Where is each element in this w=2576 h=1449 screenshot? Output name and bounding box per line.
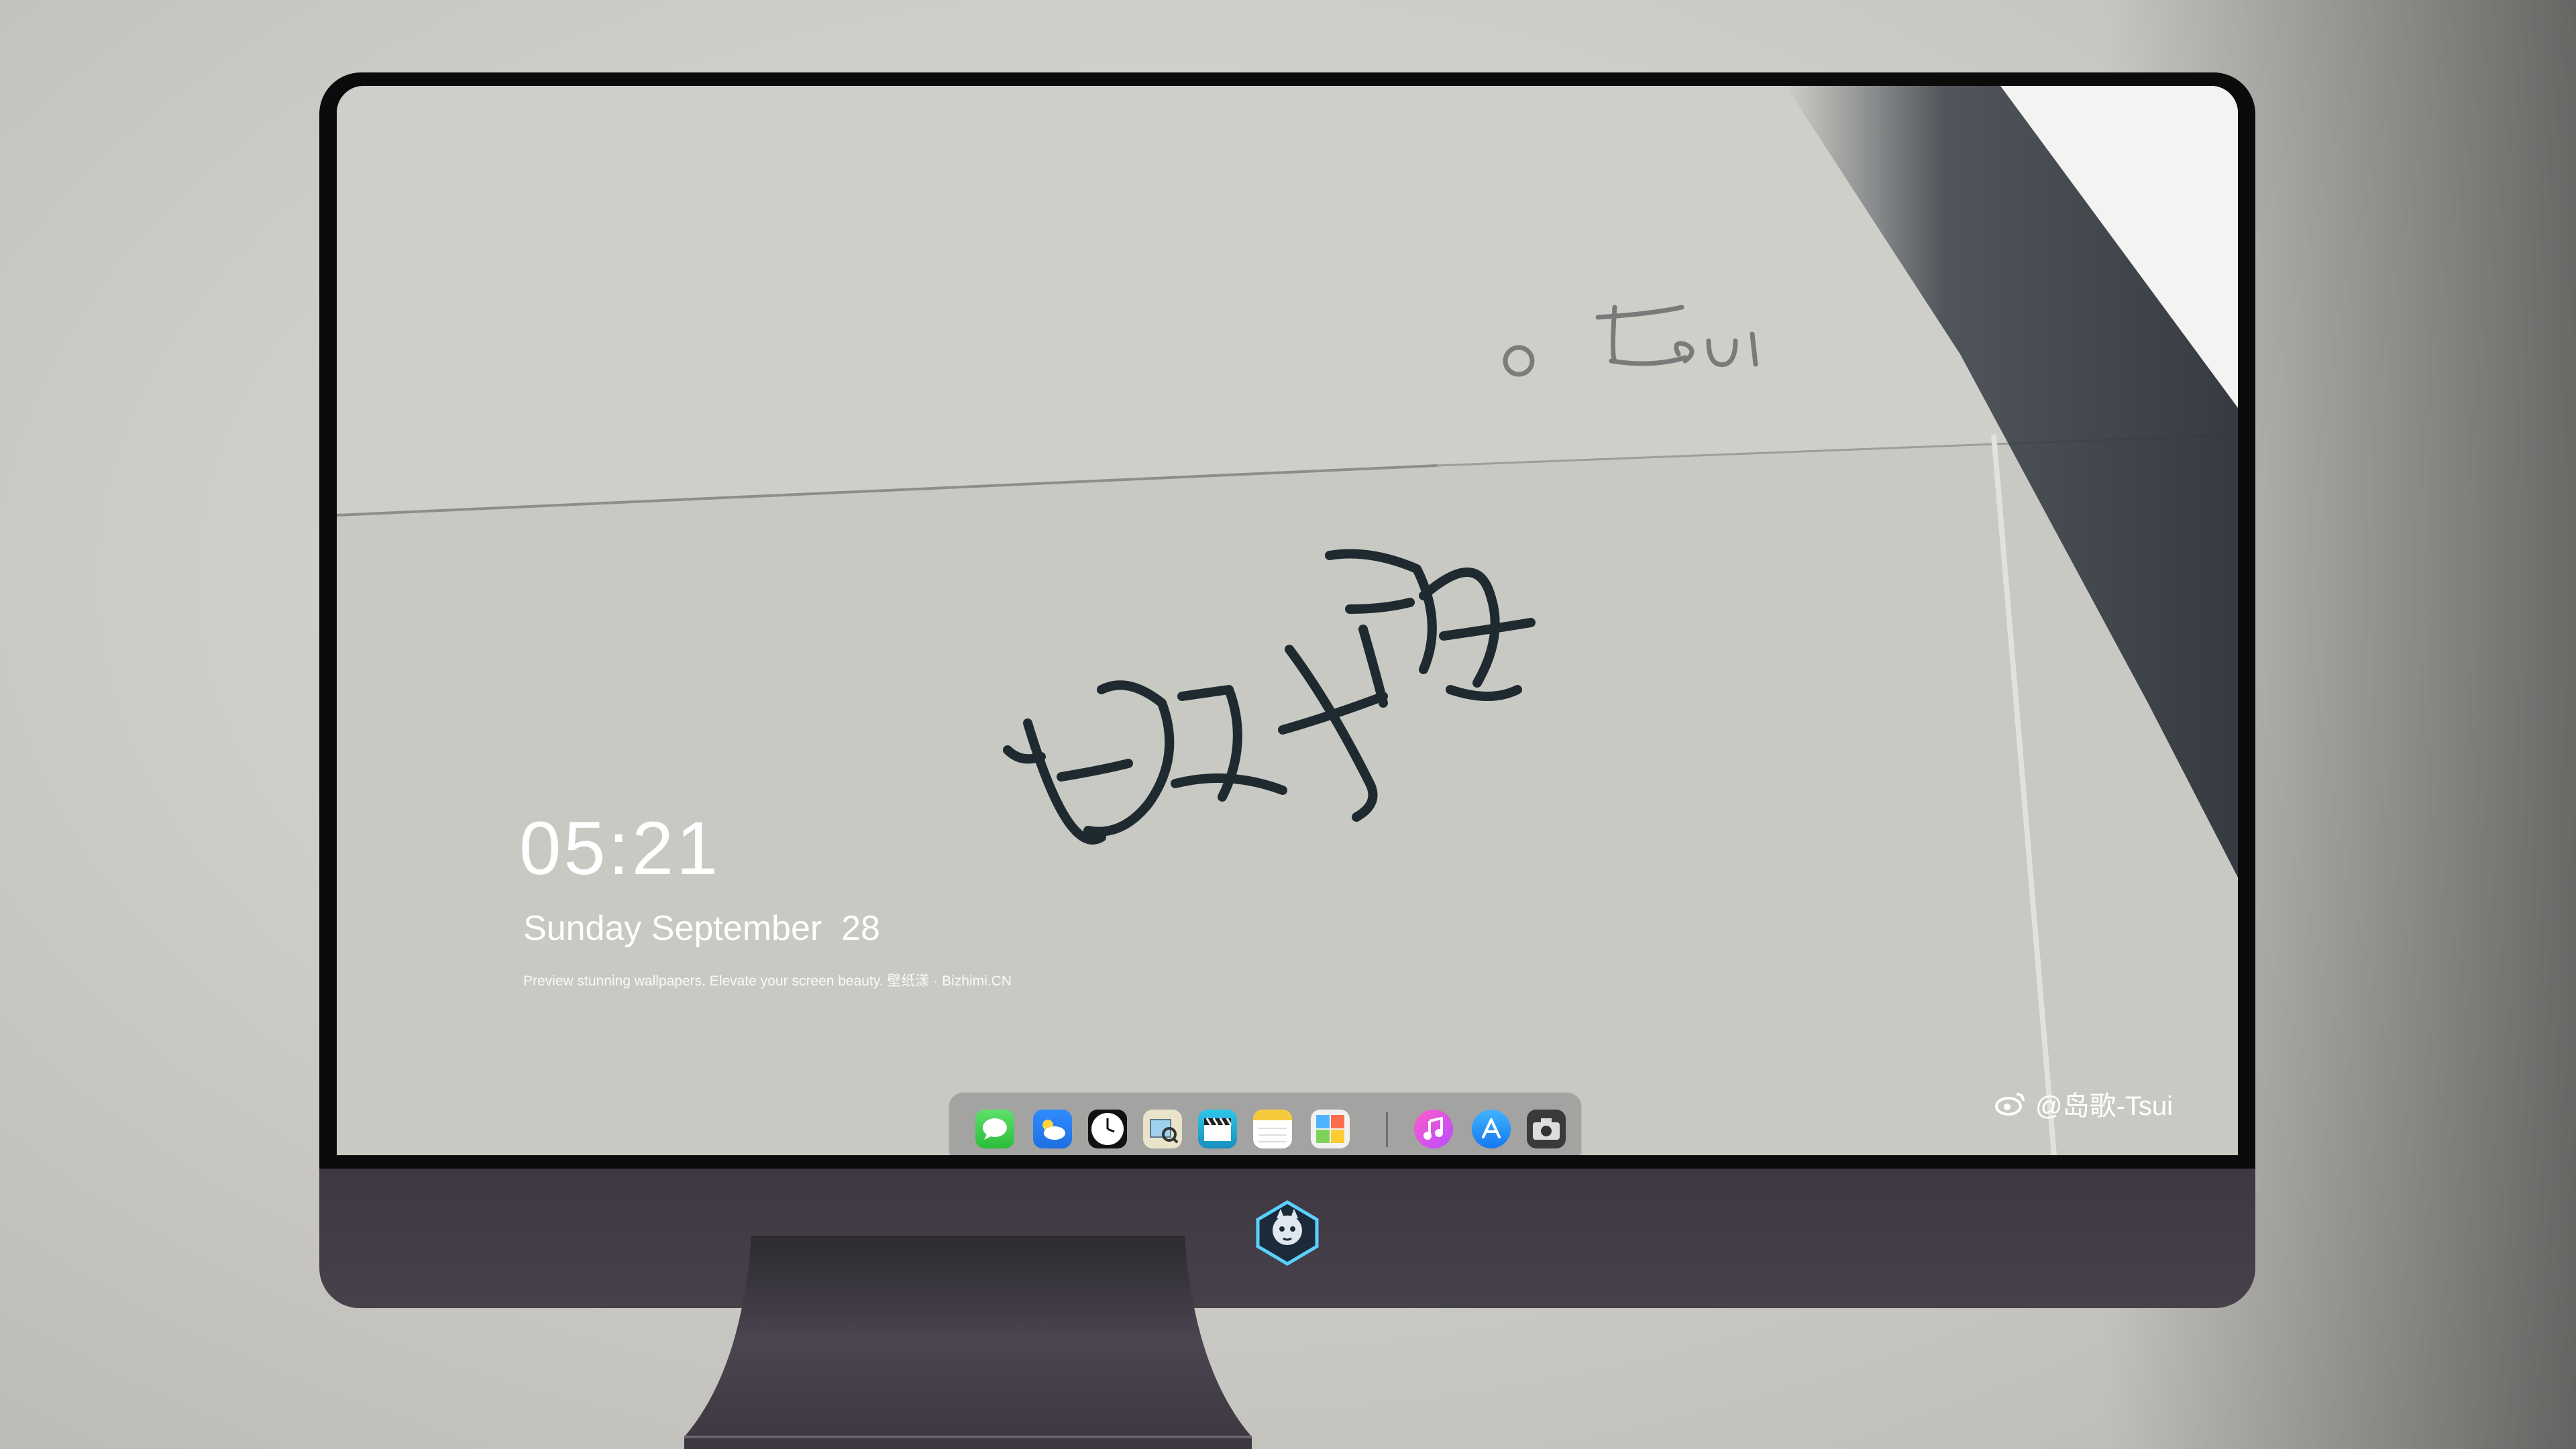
clock-time: 05:21 <box>519 806 721 890</box>
photo-booth-icon[interactable] <box>1311 1110 1350 1148</box>
weibo-icon <box>1995 1093 2025 1116</box>
messages-icon[interactable] <box>975 1110 1014 1148</box>
dock-separator <box>1386 1112 1388 1147</box>
credit-text: @岛歌-Tsui <box>2035 1091 2174 1121</box>
monitor-stand <box>684 1236 1252 1449</box>
camera-icon[interactable] <box>1527 1110 1566 1148</box>
clock-date: Sunday September 28 <box>523 909 880 948</box>
monitor: 05:21 Sunday September 28 Preview stunni… <box>319 72 2255 1308</box>
dock <box>949 1092 1582 1155</box>
app-store-icon[interactable] <box>1472 1110 1511 1148</box>
preview-icon[interactable] <box>1143 1110 1182 1148</box>
watermark-credit: @岛歌-Tsui <box>1994 1084 2173 1123</box>
clock-icon[interactable] <box>1088 1110 1127 1148</box>
music-icon[interactable] <box>1414 1110 1453 1148</box>
notes-icon[interactable] <box>1253 1110 1292 1148</box>
wolf-logo-icon <box>1256 1200 1319 1266</box>
wallpaper-paper <box>337 86 2238 1155</box>
clapperboard-icon[interactable] <box>1198 1110 1237 1148</box>
desktop-screen: 05:21 Sunday September 28 Preview stunni… <box>337 86 2238 1155</box>
weather-icon[interactable] <box>1033 1110 1072 1148</box>
tagline-text: Preview stunning wallpapers. Elevate you… <box>523 973 1012 989</box>
monitor-bezel: 05:21 Sunday September 28 Preview stunni… <box>319 72 2255 1169</box>
